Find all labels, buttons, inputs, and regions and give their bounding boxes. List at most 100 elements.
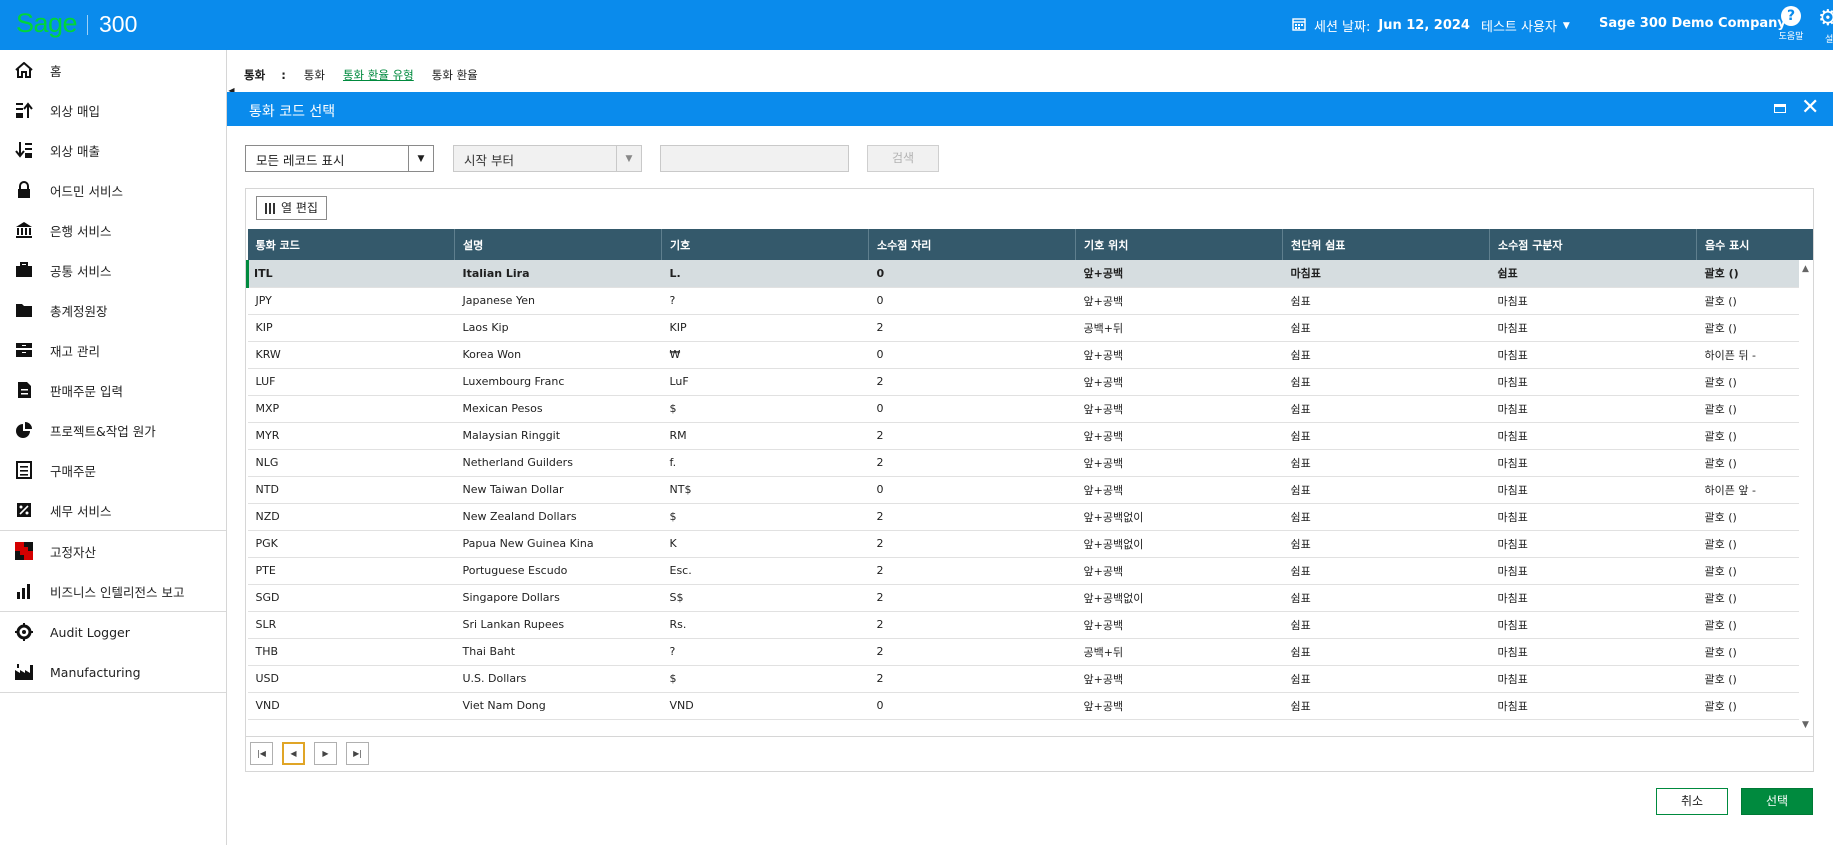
bank-icon <box>14 220 34 240</box>
table-cell: 앞+공백 <box>1075 476 1283 504</box>
table-cell: 앞+공백 <box>1075 665 1283 693</box>
currency-grid: 열 편집 통화 코드 설명 기호 소수점 자리 기호 위치 천단위 쉼표 소수점 구분자 음수… <box>245 188 1814 772</box>
table-cell: MYR <box>247 422 455 450</box>
sidebar-item-business-intelligence[interactable]: 비즈니스 인텔리전스 보고 <box>0 571 226 611</box>
minimize-icon[interactable] <box>1774 104 1786 113</box>
table-cell: KRW <box>247 341 455 369</box>
table-cell: 하이픈 앞 - <box>1696 476 1801 504</box>
sidebar-item-project-job-costing[interactable]: 프로젝트&작업 원가 <box>0 410 226 450</box>
close-icon[interactable]: ✕ <box>1801 97 1819 119</box>
table-cell: 마침표 <box>1489 422 1697 450</box>
column-header[interactable]: 소수점 구분자 <box>1489 229 1697 260</box>
accounts-receivable-icon <box>14 140 34 160</box>
sidebar-item-audit-logger[interactable]: Audit Logger <box>0 612 226 652</box>
sidebar-item-accounts-receivable[interactable]: 외상 매출 <box>0 130 226 170</box>
help-label: 도움말 <box>1778 32 1804 42</box>
scroll-down-icon[interactable]: ▼ <box>1802 720 1809 730</box>
column-header[interactable]: 음수 표시 <box>1696 229 1801 260</box>
select-button[interactable]: 선택 <box>1741 788 1813 815</box>
previous-page-button[interactable]: ◀ <box>282 742 305 765</box>
column-header[interactable]: 기호 <box>661 229 869 260</box>
record-filter-dropdown[interactable]: 모든 레코드 표시 ▼ <box>245 145 434 172</box>
table-cell: 앞+공백 <box>1075 341 1283 369</box>
sidebar-item-general-ledger[interactable]: 총계정원장 <box>0 290 226 330</box>
vertical-scrollbar[interactable]: ▲ ▼ <box>1799 260 1813 732</box>
table-row[interactable]: PGK Papua New Guinea Kina K 2 앞+공백없이 쉼표 마침표 괄호 … <box>247 530 1801 558</box>
sidebar-item-home[interactable]: 홈 <box>0 50 226 90</box>
table-row[interactable]: ITL Italian Lira L. 0 앞+공백 마침표 쉼표 괄호 () <box>246 260 1801 288</box>
table-row[interactable]: NZD New Zealand Dollars $2 앞+공백없이 쉼표 마침표 괄호 () <box>247 503 1801 531</box>
table-cell: 쉼표 <box>1282 584 1490 612</box>
table-cell: Mexican Pesos <box>454 395 662 423</box>
breadcrumb-item-rates[interactable]: 통화 환율 <box>432 67 478 83</box>
table-cell: 2 <box>868 368 1076 396</box>
table-row[interactable]: JPY Japanese Yen? 0 앞+공백 쉼표 마침표 괄호 () <box>247 287 1801 315</box>
table-row[interactable]: SLR Sri Lankan Rupees Rs. 2 앞+공백 쉼표 마침표 괄호 () <box>247 611 1801 639</box>
sidebar-item-inventory[interactable]: 재고 관리 <box>0 330 226 370</box>
table-row[interactable]: USD U.S. Dollars $2 앞+공백 쉼표 마침표 괄호 () <box>247 665 1801 693</box>
table-cell: 마침표 <box>1489 692 1697 720</box>
company-name[interactable]: Sage 300 Demo Company <box>1599 16 1786 31</box>
settings-gear-icon[interactable]: ⚙ <box>1818 6 1833 31</box>
table-cell: 앞+공백 <box>1075 395 1283 423</box>
table-row[interactable]: KRW Korea Won ₩0 앞+공백 쉼표 마침표 하이픈 뒤 - <box>247 341 1801 369</box>
breadcrumb-item-rate-types[interactable]: 통화 환율 유형 <box>343 67 414 83</box>
column-header[interactable]: 소수점 자리 <box>868 229 1076 260</box>
sidebar-item-fixed-assets[interactable]: 고정자산 <box>0 531 226 571</box>
table-cell: 마침표 <box>1489 611 1697 639</box>
next-page-button[interactable]: ▶ <box>314 742 337 765</box>
sidebar-item-accounts-payable[interactable]: 외상 매입 <box>0 90 226 130</box>
last-page-button[interactable]: ▶| <box>346 742 369 765</box>
breadcrumb-item-currency[interactable]: 통화 <box>304 67 325 83</box>
cancel-button[interactable]: 취소 <box>1656 788 1728 815</box>
table-cell: THB <box>247 638 455 666</box>
table-row[interactable]: KIP Laos Kip KIP 2 공백+뒤 쉼표 마침표 괄호 () <box>247 314 1801 342</box>
edit-columns-button[interactable]: 열 편집 <box>256 196 327 220</box>
table-cell: 앞+공백 <box>1075 287 1283 315</box>
search-mode-dropdown[interactable]: 시작 부터 ▼ <box>453 145 642 172</box>
table-cell: K <box>661 530 869 558</box>
factory-icon <box>14 662 34 682</box>
table-cell: 쉼표 <box>1282 314 1490 342</box>
sidebar-item-common-services[interactable]: 공통 서비스 <box>0 250 226 290</box>
table-row[interactable]: NLG Netherland Guilders f. 2 앞+공백 쉼표 마침표 괄호 () <box>247 449 1801 477</box>
table-cell: 마침표 <box>1489 287 1697 315</box>
search-input[interactable] <box>660 145 849 172</box>
table-cell: 0 <box>868 287 1076 315</box>
table-cell: 마침표 <box>1282 260 1490 288</box>
first-page-button[interactable]: |◀ <box>250 742 273 765</box>
table-cell: 쉼표 <box>1282 449 1490 477</box>
sidebar-item-manufacturing[interactable]: Manufacturing <box>0 652 226 692</box>
table-row[interactable]: THB Thai Baht? 2 공백+뒤 쉼표 마침표 괄호 () <box>247 638 1801 666</box>
scroll-up-icon[interactable]: ▲ <box>1802 264 1809 274</box>
search-button[interactable]: 검색 <box>867 145 939 172</box>
column-header[interactable]: 기호 위치 <box>1075 229 1283 260</box>
table-cell: 괄호 () <box>1696 692 1801 720</box>
help-button[interactable]: ? 도움말 <box>1773 6 1809 42</box>
session-date[interactable]: 세션 날짜: Jun 12, 2024 <box>1292 16 1470 35</box>
sidebar-item-admin-services[interactable]: 어드민 서비스 <box>0 170 226 210</box>
table-row[interactable]: MYR Malaysian Ringgit RM 2 앞+공백 쉼표 마침표 괄호 () <box>247 422 1801 450</box>
table-row[interactable]: MXP Mexican Pesos $0 앞+공백 쉼표 마침표 괄호 () <box>247 395 1801 423</box>
table-cell: 앞+공백 <box>1075 449 1283 477</box>
sidebar-item-purchase-orders[interactable]: 구매주문 <box>0 450 226 490</box>
table-cell: 괄호 () <box>1696 611 1801 639</box>
table-cell: LUF <box>247 368 455 396</box>
sidebar-item-order-entry[interactable]: 판매주문 입력 <box>0 370 226 410</box>
table-row[interactable]: NTD New Taiwan Dollar NT$ 0 앞+공백 쉼표 마침표 하이픈 앞 - <box>247 476 1801 504</box>
sidebar-item-tax-services[interactable]: 세무 서비스 <box>0 490 226 530</box>
table-cell: f. <box>661 449 869 477</box>
sage-logo[interactable]: Sage <box>16 8 78 39</box>
column-header[interactable]: 설명 <box>454 229 662 260</box>
table-row[interactable]: LUF Luxembourg Franc LuF 2 앞+공백 쉼표 마침표 괄호 () <box>247 368 1801 396</box>
table-row[interactable]: VND Viet Nam Dong VND 0 앞+공백 쉼표 마침표 괄호 () <box>247 692 1801 720</box>
column-header[interactable]: 통화 코드 <box>247 229 455 260</box>
sidebar-item-bank-services[interactable]: 은행 서비스 <box>0 210 226 250</box>
user-menu[interactable]: 테스트 사용자 ▼ <box>1481 16 1570 35</box>
column-header[interactable]: 천단위 쉼표 <box>1282 229 1490 260</box>
table-cell: 공백+뒤 <box>1075 638 1283 666</box>
session-date-value: Jun 12, 2024 <box>1378 18 1470 33</box>
table-row[interactable]: SGD Singapore Dollars S$ 2 앞+공백없이 쉼표 마침표 괄호 () <box>247 584 1801 612</box>
table-row[interactable]: PTE Portuguese Escudo Esc. 2 앞+공백 쉼표 마침표 괄호 () <box>247 557 1801 585</box>
session-date-label: 세션 날짜: <box>1314 20 1371 35</box>
